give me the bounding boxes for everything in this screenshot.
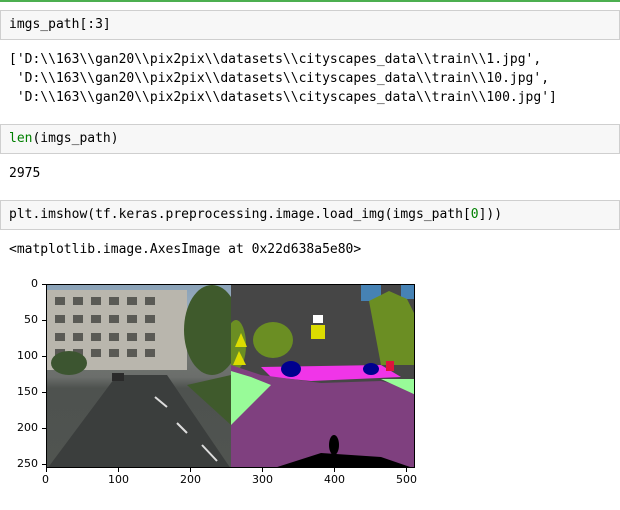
number-literal: 0 (470, 207, 479, 222)
code-cell-input-3[interactable]: plt.imshow(tf.keras.preprocessing.image.… (0, 200, 620, 230)
x-tick-label: 100 (108, 473, 129, 486)
y-tick-label: 0 (31, 277, 38, 290)
y-tick-label: 250 (17, 457, 38, 470)
cell-output-1: ['D:\\163\\gan20\\pix2pix\\datasets\\cit… (9, 50, 557, 107)
cell-output-3: <matplotlib.image.AxesImage at 0x22d638a… (9, 242, 362, 257)
y-tick-label: 50 (24, 313, 38, 326)
code-cell-input-2[interactable]: len(imgs_path) (0, 124, 620, 154)
imshow-plot (46, 284, 415, 468)
segmentation-map (226, 285, 414, 467)
x-tick-label: 300 (252, 473, 273, 486)
builtin-keyword: len (9, 131, 33, 146)
x-tick-label: 400 (324, 473, 345, 486)
code-cell-input-1[interactable]: imgs_path[:3] (0, 10, 620, 40)
cell-output-2: 2975 (9, 166, 41, 181)
y-tick-label: 200 (17, 421, 38, 434)
output-line: 'D:\\163\\gan20\\pix2pix\\datasets\\city… (9, 90, 557, 105)
x-tick-label: 500 (396, 473, 417, 486)
code-text: ])) (478, 207, 503, 222)
output-line: ['D:\\163\\gan20\\pix2pix\\datasets\\cit… (9, 52, 542, 67)
output-line: 'D:\\163\\gan20\\pix2pix\\datasets\\city… (9, 71, 550, 86)
x-tick-label: 0 (42, 473, 49, 486)
code-text: plt.imshow(tf.keras.preprocessing.image.… (9, 207, 471, 222)
y-tick-label: 100 (17, 349, 38, 362)
y-tick-label: 150 (17, 385, 38, 398)
code-text: (imgs_path) (32, 131, 119, 146)
cell-selection-rule (0, 0, 620, 2)
x-tick-label: 200 (180, 473, 201, 486)
street-photo (47, 285, 240, 467)
code-text: imgs_path[:3] (9, 17, 111, 32)
